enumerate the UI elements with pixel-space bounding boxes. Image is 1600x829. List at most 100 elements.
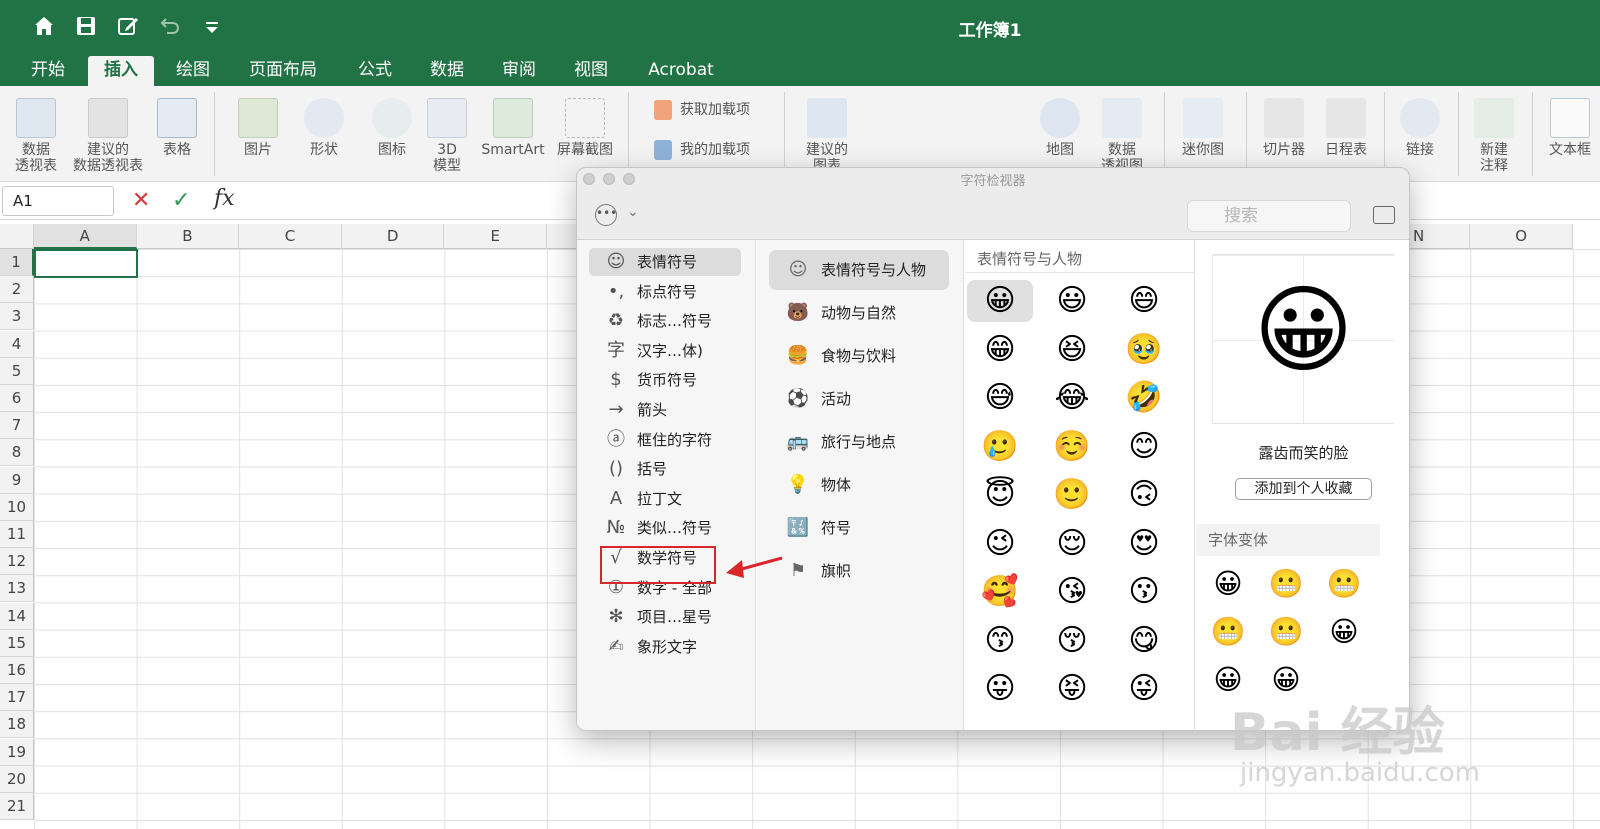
active-cell-a1[interactable]: [34, 249, 138, 278]
font-variant[interactable]: 😀: [1206, 564, 1250, 604]
emoji-cell[interactable]: 😌: [1039, 523, 1105, 565]
category-item[interactable]: () 括号: [589, 455, 741, 483]
row-header[interactable]: 11: [0, 521, 34, 548]
row-header[interactable]: 5: [0, 357, 34, 385]
emoji-cell[interactable]: 😁: [967, 329, 1033, 371]
emoji-cell[interactable]: 😅: [967, 377, 1033, 419]
font-variant[interactable]: 😬: [1206, 612, 1250, 652]
category-item[interactable]: № 类似…符号: [589, 514, 741, 542]
category-item[interactable]: $ 货币符号: [589, 366, 741, 394]
category-item[interactable]: A 拉丁文: [589, 485, 741, 513]
tab-acrobat[interactable]: Acrobat: [640, 56, 722, 86]
maps-button[interactable]: 地图: [1034, 98, 1086, 158]
sparklines-button[interactable]: 迷你图: [1174, 98, 1232, 158]
link-button[interactable]: 链接: [1394, 98, 1446, 158]
icons-button[interactable]: 图标: [366, 98, 418, 158]
3d-models-button[interactable]: 3D 模型: [424, 98, 470, 174]
subcategory-item[interactable]: ⚑ 旗帜: [769, 551, 949, 591]
column-header[interactable]: E: [444, 224, 547, 249]
tab-review[interactable]: 审阅: [490, 56, 548, 86]
shapes-button[interactable]: 形状: [298, 98, 350, 158]
emoji-cell[interactable]: 🥲: [967, 426, 1033, 468]
search-input[interactable]: 搜索: [1187, 200, 1351, 232]
emoji-cell[interactable]: 😍: [1111, 523, 1177, 565]
emoji-cell[interactable]: 😋: [1111, 620, 1177, 662]
row-header[interactable]: 12: [0, 548, 34, 576]
smartart-button[interactable]: SmartArt: [478, 98, 548, 158]
tab-formulas[interactable]: 公式: [346, 56, 404, 86]
column-header[interactable]: B: [136, 224, 240, 249]
row-header[interactable]: 21: [0, 793, 34, 820]
insert-function-icon[interactable]: fx: [214, 186, 235, 211]
category-item[interactable]: 字汉字…体): [589, 337, 741, 365]
emoji-cell[interactable]: 😇: [967, 474, 1033, 516]
pivot-table-button[interactable]: 数据 透视表: [10, 98, 62, 174]
emoji-cell[interactable]: 😛: [967, 668, 1033, 710]
emoji-cell[interactable]: 🙃: [1111, 474, 1177, 516]
pictures-button[interactable]: 图片: [232, 98, 284, 158]
emoji-cell[interactable]: 😜: [1111, 668, 1177, 710]
emoji-cell[interactable]: 😀: [967, 280, 1033, 322]
tab-home[interactable]: 开始: [20, 56, 76, 86]
category-item[interactable]: ✍ 象形文字: [589, 633, 741, 661]
screenshot-button[interactable]: 屏幕截图: [552, 98, 618, 158]
row-header[interactable]: 10: [0, 493, 34, 521]
row-header[interactable]: 4: [0, 330, 34, 358]
cancel-icon[interactable]: ✕: [132, 188, 150, 213]
category-item[interactable]: ☺ 表情符号: [589, 248, 741, 276]
column-header[interactable]: D: [341, 224, 445, 249]
row-header[interactable]: 2: [0, 276, 34, 304]
column-header[interactable]: O: [1470, 224, 1573, 249]
new-comment-button[interactable]: 新建 注释: [1468, 98, 1520, 174]
row-header[interactable]: 19: [0, 738, 34, 766]
category-item[interactable]: ♻ 标志…符号: [589, 307, 741, 335]
chevron-down-icon[interactable]: ⌄: [627, 204, 639, 220]
category-item[interactable]: → 箭头: [589, 396, 741, 424]
subcategory-item[interactable]: ⚽ 活动: [769, 379, 949, 419]
subcategory-item[interactable]: 🐻 动物与自然: [769, 293, 949, 333]
my-addins-button[interactable]: 我的加载项: [650, 140, 768, 160]
emoji-cell[interactable]: 😚: [1039, 620, 1105, 662]
tab-data[interactable]: 数据: [418, 56, 476, 86]
row-header[interactable]: 3: [0, 303, 34, 331]
row-header[interactable]: 17: [0, 684, 34, 712]
tab-page-layout[interactable]: 页面布局: [238, 56, 328, 86]
recommended-pivot-button[interactable]: 建议的 数据透视表: [68, 98, 148, 174]
slicer-button[interactable]: 切片器: [1258, 98, 1310, 158]
subcategory-item[interactable]: 🍔 食物与饮料: [769, 336, 949, 376]
tab-draw[interactable]: 绘图: [164, 56, 222, 86]
emoji-cell[interactable]: 😃: [1039, 280, 1105, 322]
subcategory-item[interactable]: 🔣 符号: [769, 508, 949, 548]
timeline-button[interactable]: 日程表: [1320, 98, 1372, 158]
category-item[interactable]: ⓐ 框住的字符: [589, 426, 741, 454]
emoji-cell[interactable]: 😘: [1039, 571, 1105, 613]
column-header[interactable]: C: [239, 224, 342, 249]
table-button[interactable]: 表格: [152, 98, 202, 158]
emoji-cell[interactable]: 😊: [1111, 426, 1177, 468]
emoji-cell[interactable]: 😄: [1111, 280, 1177, 322]
tab-view[interactable]: 视图: [562, 56, 620, 86]
font-variant[interactable]: 😀: [1322, 612, 1366, 652]
textbox-button[interactable]: 文本框: [1542, 98, 1598, 158]
emoji-cell[interactable]: ☺️: [1039, 426, 1105, 468]
row-header[interactable]: 8: [0, 439, 34, 467]
emoji-cell[interactable]: 🥰: [967, 571, 1033, 613]
row-header[interactable]: 1: [0, 249, 34, 276]
row-header[interactable]: 6: [0, 385, 34, 412]
select-all-corner[interactable]: [0, 224, 34, 249]
recommended-charts-button[interactable]: 建议的 图表: [800, 98, 854, 174]
category-item[interactable]: ✻ 项目…星号: [589, 603, 741, 631]
row-header[interactable]: 20: [0, 765, 34, 793]
emoji-cell[interactable]: 😉: [967, 523, 1033, 565]
subcategory-item[interactable]: 🚌 旅行与地点: [769, 422, 949, 462]
category-item[interactable]: •, 标点符号: [589, 278, 741, 306]
font-variant[interactable]: 😬: [1322, 564, 1366, 604]
emoji-cell[interactable]: 😗: [1111, 571, 1177, 613]
tab-insert[interactable]: 插入: [88, 56, 154, 86]
pivot-chart-button[interactable]: 数据 透视图: [1096, 98, 1148, 174]
emoji-cell[interactable]: 😝: [1039, 668, 1105, 710]
column-header[interactable]: A: [34, 224, 137, 249]
emoji-cell[interactable]: 😆: [1039, 329, 1105, 371]
add-to-favorites-button[interactable]: 添加到个人收藏: [1235, 478, 1372, 500]
emoji-cell[interactable]: 🤣: [1111, 377, 1177, 419]
